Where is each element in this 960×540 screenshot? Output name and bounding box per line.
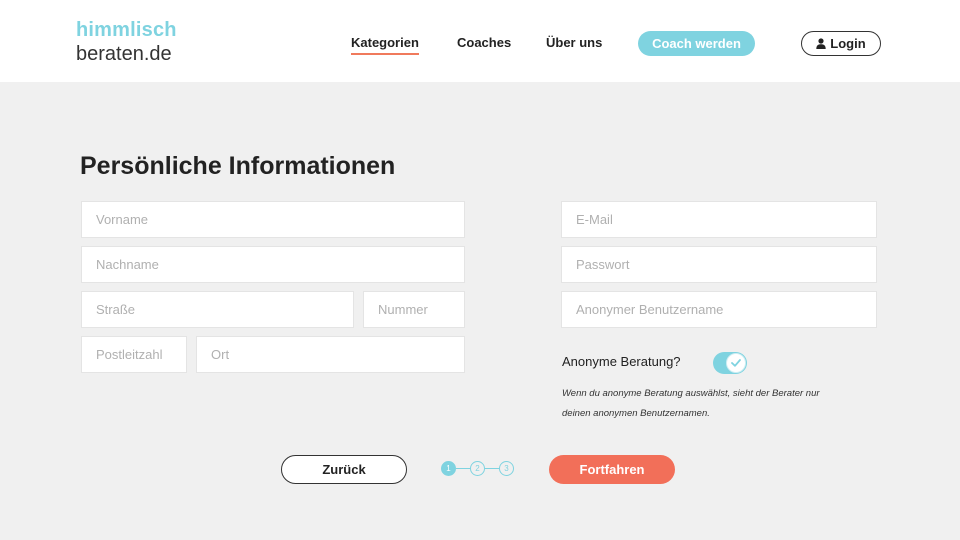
step-3: 3 bbox=[499, 461, 514, 476]
nav-coaches[interactable]: Coaches bbox=[457, 35, 511, 50]
vorname-input[interactable] bbox=[81, 201, 465, 238]
step-connector bbox=[485, 468, 499, 469]
login-button[interactable]: Login bbox=[801, 31, 881, 56]
nachname-input[interactable] bbox=[81, 246, 465, 283]
strasse-input[interactable] bbox=[81, 291, 354, 328]
toggle-knob bbox=[726, 353, 746, 373]
main-nav: Kategorien Coaches Über uns Coach werden… bbox=[0, 0, 960, 82]
fortfahren-button[interactable]: Fortfahren bbox=[549, 455, 675, 484]
anonyme-beratung-toggle[interactable] bbox=[713, 352, 747, 374]
site-header: himmlisch beraten.de Kategorien Coaches … bbox=[0, 0, 960, 82]
step-indicator: 1 2 3 bbox=[441, 461, 516, 477]
login-label: Login bbox=[830, 36, 866, 51]
postleitzahl-input[interactable] bbox=[81, 336, 187, 373]
step-connector bbox=[456, 468, 470, 469]
nav-ueber-uns[interactable]: Über uns bbox=[546, 35, 602, 50]
anonymer-benutzername-input[interactable] bbox=[561, 291, 877, 328]
user-icon bbox=[816, 38, 826, 49]
coach-werden-button[interactable]: Coach werden bbox=[638, 31, 755, 56]
anonyme-beratung-label: Anonyme Beratung? bbox=[562, 354, 681, 369]
hausnummer-input[interactable] bbox=[363, 291, 465, 328]
nav-kategorien[interactable]: Kategorien bbox=[351, 35, 419, 55]
email-input[interactable] bbox=[561, 201, 877, 238]
zurueck-button[interactable]: Zurück bbox=[281, 455, 407, 484]
ort-input[interactable] bbox=[196, 336, 465, 373]
anonyme-beratung-hint: Wenn du anonyme Beratung auswählst, sieh… bbox=[562, 388, 820, 419]
check-icon bbox=[731, 359, 741, 367]
passwort-input[interactable] bbox=[561, 246, 877, 283]
step-2: 2 bbox=[470, 461, 485, 476]
step-1: 1 bbox=[441, 461, 456, 476]
page-title: Persönliche Informationen bbox=[80, 152, 396, 180]
